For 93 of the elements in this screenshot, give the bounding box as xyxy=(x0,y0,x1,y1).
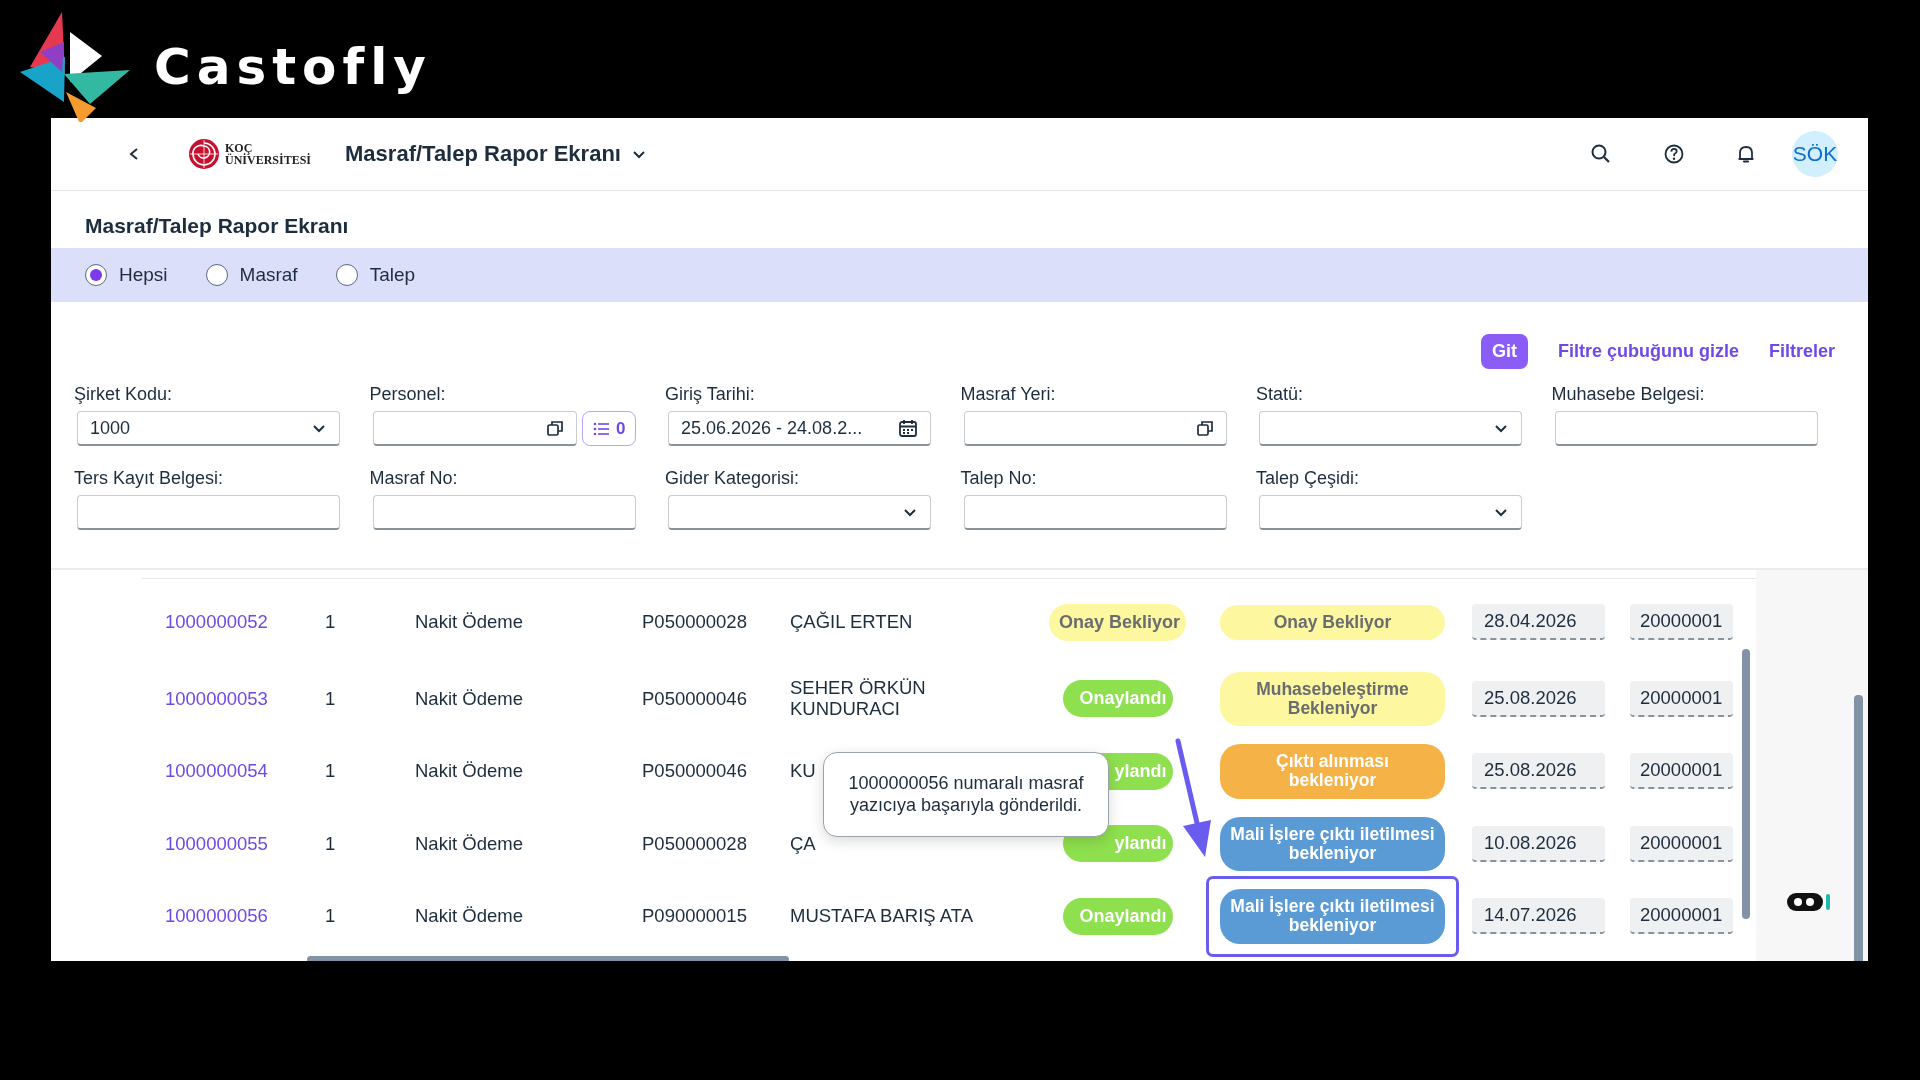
table-cell-text: P050000046 xyxy=(641,760,748,783)
brand-name: Castofly xyxy=(154,38,432,96)
filter-label: Personel: xyxy=(369,384,447,405)
table-cell-text: 1 xyxy=(324,687,337,710)
filter-label: Masraf No: xyxy=(369,468,459,489)
date-field: 25.08.2026 xyxy=(1472,680,1605,717)
filter-label: Masraf Yeri: xyxy=(960,384,1057,405)
calendar-icon xyxy=(898,418,918,438)
status-badge: Onay Bekliyor xyxy=(1048,603,1187,641)
robot-icon[interactable] xyxy=(1786,890,1832,914)
select-field[interactable] xyxy=(1259,495,1522,530)
logo-text: ÜNİVERSİTESİ xyxy=(225,154,312,166)
filter-label: Statü: xyxy=(1256,384,1305,405)
input-field[interactable] xyxy=(77,495,340,530)
search-icon xyxy=(1590,143,1612,165)
status-badge: Muhasebeleştirme Bekleniyor xyxy=(1220,671,1445,726)
table-cell-text: Nakit Ödeme xyxy=(414,832,524,855)
select-field[interactable] xyxy=(668,495,931,530)
page-scrollbar[interactable] xyxy=(1854,695,1863,961)
document-field: 20000001 xyxy=(1630,680,1733,717)
input-field[interactable] xyxy=(372,495,636,530)
vertical-scrollbar[interactable] xyxy=(1742,649,1750,919)
selected-items-button[interactable]: 0 xyxy=(582,411,636,446)
filter-label: Şirket Kodu: xyxy=(74,384,174,405)
status-badge: Onaylandı xyxy=(1062,897,1173,935)
table-cell-text: P090000015 xyxy=(641,905,748,928)
date-field: 10.08.2026 xyxy=(1472,825,1605,862)
help-icon xyxy=(1664,144,1684,164)
table-cell-text: KU xyxy=(789,761,817,782)
table-cell-text: 1 xyxy=(324,760,337,783)
document-link[interactable]: 1000000054 xyxy=(142,760,305,783)
table-cell-text: ÇA xyxy=(789,833,817,854)
radio-option[interactable]: Masraf xyxy=(205,264,298,286)
user-avatar[interactable]: SÖK xyxy=(1792,131,1838,177)
value-help-field[interactable] xyxy=(963,411,1227,446)
select-field[interactable]: 1000 xyxy=(77,411,340,446)
table-cell-text: Nakit Ödeme xyxy=(414,760,524,783)
horizontal-scrollbar[interactable] xyxy=(307,956,789,961)
value-help-field[interactable] xyxy=(372,411,578,446)
document-link[interactable]: 1000000055 xyxy=(142,832,305,855)
radio-circle[interactable] xyxy=(85,264,107,286)
status-badge: Mali İşlere çıktı iletilmesi bekleniyor xyxy=(1220,816,1445,871)
filter-label: Muhasebe Belgesi: xyxy=(1551,384,1706,405)
date-field: 25.08.2026 xyxy=(1472,753,1605,790)
table-cell-text: 1 xyxy=(324,832,337,855)
document-link[interactable]: 1000000056 xyxy=(142,905,305,928)
table-cell-text: Nakit Ödeme xyxy=(414,611,524,634)
table-cell-text: 1 xyxy=(324,611,337,634)
logo-text: KOÇ xyxy=(225,142,253,154)
date-range-field[interactable]: 25.06.2026 - 24.08.2... xyxy=(668,411,931,446)
input-field[interactable] xyxy=(963,495,1227,530)
document-field: 20000001 xyxy=(1630,753,1733,790)
select-field[interactable] xyxy=(1259,411,1522,446)
filter-label: Talep Çeşidi: xyxy=(1256,468,1361,489)
table-cell-text: Nakit Ödeme xyxy=(414,905,524,928)
copy-icon xyxy=(1195,419,1214,437)
document-link[interactable]: 1000000053 xyxy=(142,687,305,710)
go-button[interactable]: Git xyxy=(1480,333,1528,369)
table-cell-text: ÇAĞIL ERTEN xyxy=(789,612,914,633)
table-cell-text: P050000028 xyxy=(641,832,748,855)
filter-link[interactable]: Filtre çubuğunu gizle xyxy=(1557,340,1739,362)
filter-label: Giriş Tarihi: xyxy=(665,384,756,405)
radio-circle[interactable] xyxy=(205,264,228,286)
status-badge: Onay Bekliyor xyxy=(1220,604,1445,640)
table-cell-text: Nakit Ödeme xyxy=(414,687,524,710)
page-title: Masraf/Talep Rapor Ekranı xyxy=(84,213,350,239)
copy-icon xyxy=(546,419,565,437)
bell-icon xyxy=(1736,144,1756,164)
spiral-logo-icon xyxy=(187,137,221,171)
toast-message: 1000000056 numaralı masraf yazıcıya başarıyla gönderildi. xyxy=(823,752,1109,838)
filter-label: Gider Kategorisi: xyxy=(665,468,801,489)
radio-option[interactable]: Hepsi xyxy=(85,264,168,286)
table-cell-text: 1 xyxy=(324,905,337,928)
app-title-menu[interactable]: Masraf/Talep Rapor Ekranı xyxy=(345,141,647,167)
status-badge: Çıktı alınması bekleniyor xyxy=(1220,744,1445,799)
radio-circle[interactable] xyxy=(335,264,358,286)
document-field: 20000001 xyxy=(1630,898,1733,935)
radio-option[interactable]: Talep xyxy=(335,264,416,286)
table-cell-text: P050000028 xyxy=(641,611,748,634)
document-field: 20000001 xyxy=(1630,604,1733,641)
table-cell-text: P050000046 xyxy=(641,687,748,710)
table-cell-text: SEHER ÖRKÜN KUNDURACI xyxy=(789,678,927,720)
status-badge: Onaylandı xyxy=(1062,680,1173,718)
filter-label: Ters Kayıt Belgesi: xyxy=(74,468,225,489)
input-field[interactable] xyxy=(1554,411,1818,446)
document-link[interactable]: 1000000052 xyxy=(142,611,305,634)
date-field: 14.07.2026 xyxy=(1472,898,1605,935)
document-field: 20000001 xyxy=(1630,825,1733,862)
filter-label: Talep No: xyxy=(960,468,1038,489)
status-badge: Mali İşlere çıktı iletilmesi bekleniyor xyxy=(1220,889,1445,944)
date-field: 28.04.2026 xyxy=(1472,604,1605,641)
filter-link[interactable]: Filtreler xyxy=(1768,340,1835,362)
table-cell-text: MUSTAFA BARIŞ ATA xyxy=(789,906,974,927)
